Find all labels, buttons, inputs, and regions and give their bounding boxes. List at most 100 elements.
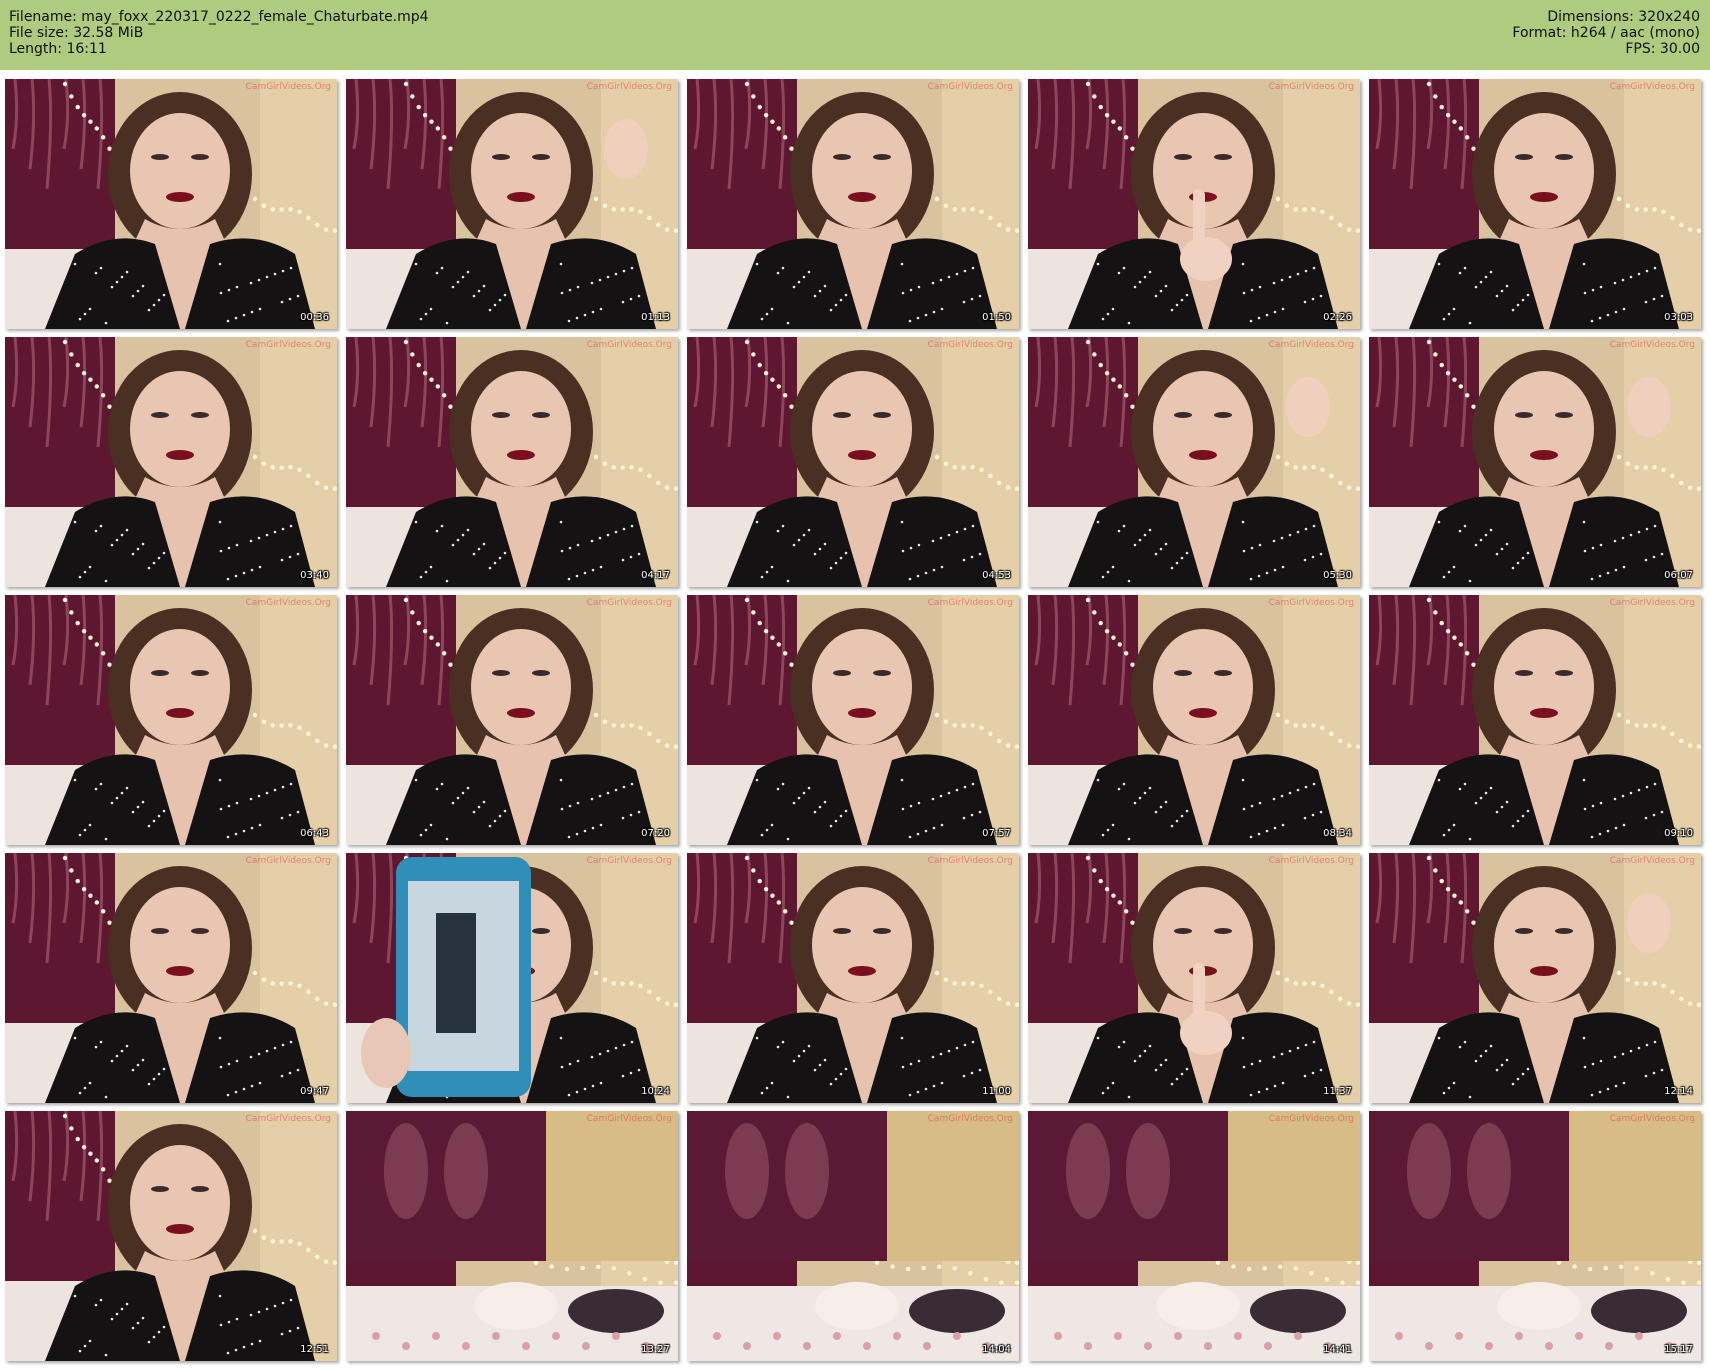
video-thumbnail: CamGirlVideos.Org 09:10 [1369, 595, 1701, 845]
thumbnail-timestamp: 06:43 [300, 828, 329, 839]
thumbnail-timestamp: 15:17 [1664, 1344, 1693, 1355]
thumbnail-timestamp: 09:10 [1664, 828, 1693, 839]
video-thumbnail: CamGirlVideos.Org 03:03 [1369, 79, 1701, 329]
video-thumbnail: CamGirlVideos.Org 11:00 [687, 853, 1019, 1103]
thumbnail-image [687, 79, 1019, 329]
watermark-text: CamGirlVideos.Org [1268, 598, 1354, 608]
watermark-text: CamGirlVideos.Org [927, 856, 1013, 866]
video-thumbnail: CamGirlVideos.Org 14:41 [1028, 1111, 1360, 1361]
thumbnail-timestamp: 07:57 [982, 828, 1011, 839]
thumbnail-timestamp: 06:07 [1664, 570, 1693, 581]
thumbnail-timestamp: 01:13 [641, 312, 670, 323]
thumbnail-timestamp: 03:03 [1664, 312, 1693, 323]
watermark-text: CamGirlVideos.Org [1609, 1114, 1695, 1124]
video-thumbnail: CamGirlVideos.Org 07:20 [346, 595, 678, 845]
watermark-text: CamGirlVideos.Org [586, 82, 672, 92]
info-header: Filename: may_foxx_220317_0222_female_Ch… [0, 0, 1710, 70]
thumbnail-image [687, 595, 1019, 845]
video-thumbnail: CamGirlVideos.Org 05:30 [1028, 337, 1360, 587]
format-text: Format: h264 / aac (mono) [1512, 25, 1700, 41]
thumbnail-timestamp: 12:51 [300, 1344, 329, 1355]
watermark-text: CamGirlVideos.Org [245, 82, 331, 92]
watermark-text: CamGirlVideos.Org [927, 1114, 1013, 1124]
thumbnail-image [1028, 79, 1360, 329]
watermark-text: CamGirlVideos.Org [245, 856, 331, 866]
watermark-text: CamGirlVideos.Org [245, 598, 331, 608]
thumbnail-image [687, 1111, 1019, 1361]
thumbnail-image [1028, 1111, 1360, 1361]
stream-info: Dimensions: 320x240 Format: h264 / aac (… [1512, 9, 1700, 57]
watermark-text: CamGirlVideos.Org [927, 598, 1013, 608]
thumbnail-timestamp: 11:37 [1323, 1086, 1352, 1097]
fps-text: FPS: 30.00 [1625, 41, 1700, 57]
thumbnail-image [346, 337, 678, 587]
length-text: Length: 16:11 [9, 41, 107, 57]
thumbnail-image [1369, 1111, 1701, 1361]
video-thumbnail: CamGirlVideos.Org 02:26 [1028, 79, 1360, 329]
file-info: Filename: may_foxx_220317_0222_female_Ch… [9, 9, 429, 57]
thumbnail-image [1028, 853, 1360, 1103]
video-thumbnail: CamGirlVideos.Org 01:13 [346, 79, 678, 329]
thumbnail-image [687, 853, 1019, 1103]
thumbnail-image [1369, 595, 1701, 845]
thumbnail-timestamp: 14:41 [1323, 1344, 1352, 1355]
watermark-text: CamGirlVideos.Org [245, 1114, 331, 1124]
thumbnail-timestamp: 03:40 [300, 570, 329, 581]
watermark-text: CamGirlVideos.Org [1609, 598, 1695, 608]
video-thumbnail: CamGirlVideos.Org 14:04 [687, 1111, 1019, 1361]
thumbnail-image [346, 595, 678, 845]
video-thumbnail: CamGirlVideos.Org 06:43 [5, 595, 337, 845]
watermark-text: CamGirlVideos.Org [1268, 82, 1354, 92]
thumbnail-image [5, 1111, 337, 1361]
video-thumbnail: CamGirlVideos.Org 12:51 [5, 1111, 337, 1361]
thumbnail-timestamp: 11:00 [982, 1086, 1011, 1097]
video-thumbnail: CamGirlVideos.Org 13:27 [346, 1111, 678, 1361]
thumbnail-timestamp: 08:34 [1323, 828, 1352, 839]
watermark-text: CamGirlVideos.Org [245, 340, 331, 350]
thumbnail-timestamp: 05:30 [1323, 570, 1352, 581]
thumbnail-timestamp: 02:26 [1323, 312, 1352, 323]
thumbnail-timestamp: 01:50 [982, 312, 1011, 323]
thumbnail-timestamp: 10:24 [641, 1086, 670, 1097]
video-thumbnail: CamGirlVideos.Org 11:37 [1028, 853, 1360, 1103]
thumbnail-timestamp: 04:17 [641, 570, 670, 581]
video-thumbnail: CamGirlVideos.Org 15:17 [1369, 1111, 1701, 1361]
watermark-text: CamGirlVideos.Org [586, 1114, 672, 1124]
thumbnail-timestamp: 13:27 [641, 1344, 670, 1355]
dimensions-text: Dimensions: 320x240 [1547, 9, 1700, 25]
thumbnail-grid: CamGirlVideos.Org 00:36 CamGirlVideos.Org 0… [5, 79, 1706, 1365]
watermark-text: CamGirlVideos.Org [586, 598, 672, 608]
watermark-text: CamGirlVideos.Org [927, 82, 1013, 92]
thumbnail-timestamp: 09:47 [300, 1086, 329, 1097]
video-thumbnail: CamGirlVideos.Org 04:53 [687, 337, 1019, 587]
thumbnail-image [5, 337, 337, 587]
video-thumbnail: CamGirlVideos.Org 04:17 [346, 337, 678, 587]
thumbnail-timestamp: 00:36 [300, 312, 329, 323]
video-thumbnail: CamGirlVideos.Org 01:50 [687, 79, 1019, 329]
thumbnail-image [346, 853, 678, 1103]
thumbnail-image [1369, 79, 1701, 329]
thumbnail-image [1369, 337, 1701, 587]
video-thumbnail: CamGirlVideos.Org 06:07 [1369, 337, 1701, 587]
video-thumbnail: CamGirlVideos.Org 03:40 [5, 337, 337, 587]
thumbnail-timestamp: 04:53 [982, 570, 1011, 581]
thumbnail-timestamp: 14:04 [982, 1344, 1011, 1355]
watermark-text: CamGirlVideos.Org [586, 340, 672, 350]
thumbnail-image [346, 79, 678, 329]
filesize-text: File size: 32.58 MiB [9, 25, 144, 41]
watermark-text: CamGirlVideos.Org [1609, 340, 1695, 350]
watermark-text: CamGirlVideos.Org [1268, 340, 1354, 350]
video-thumbnail: CamGirlVideos.Org 09:47 [5, 853, 337, 1103]
video-thumbnail: CamGirlVideos.Org 10:24 [346, 853, 678, 1103]
thumbnail-image [5, 595, 337, 845]
thumbnail-timestamp: 07:20 [641, 828, 670, 839]
video-thumbnail: CamGirlVideos.Org 08:34 [1028, 595, 1360, 845]
thumbnail-image [687, 337, 1019, 587]
watermark-text: CamGirlVideos.Org [927, 340, 1013, 350]
thumbnail-image [5, 79, 337, 329]
video-thumbnail: CamGirlVideos.Org 00:36 [5, 79, 337, 329]
thumbnail-image [1369, 853, 1701, 1103]
video-thumbnail: CamGirlVideos.Org 07:57 [687, 595, 1019, 845]
filename-text: Filename: may_foxx_220317_0222_female_Ch… [9, 9, 429, 25]
watermark-text: CamGirlVideos.Org [1609, 856, 1695, 866]
